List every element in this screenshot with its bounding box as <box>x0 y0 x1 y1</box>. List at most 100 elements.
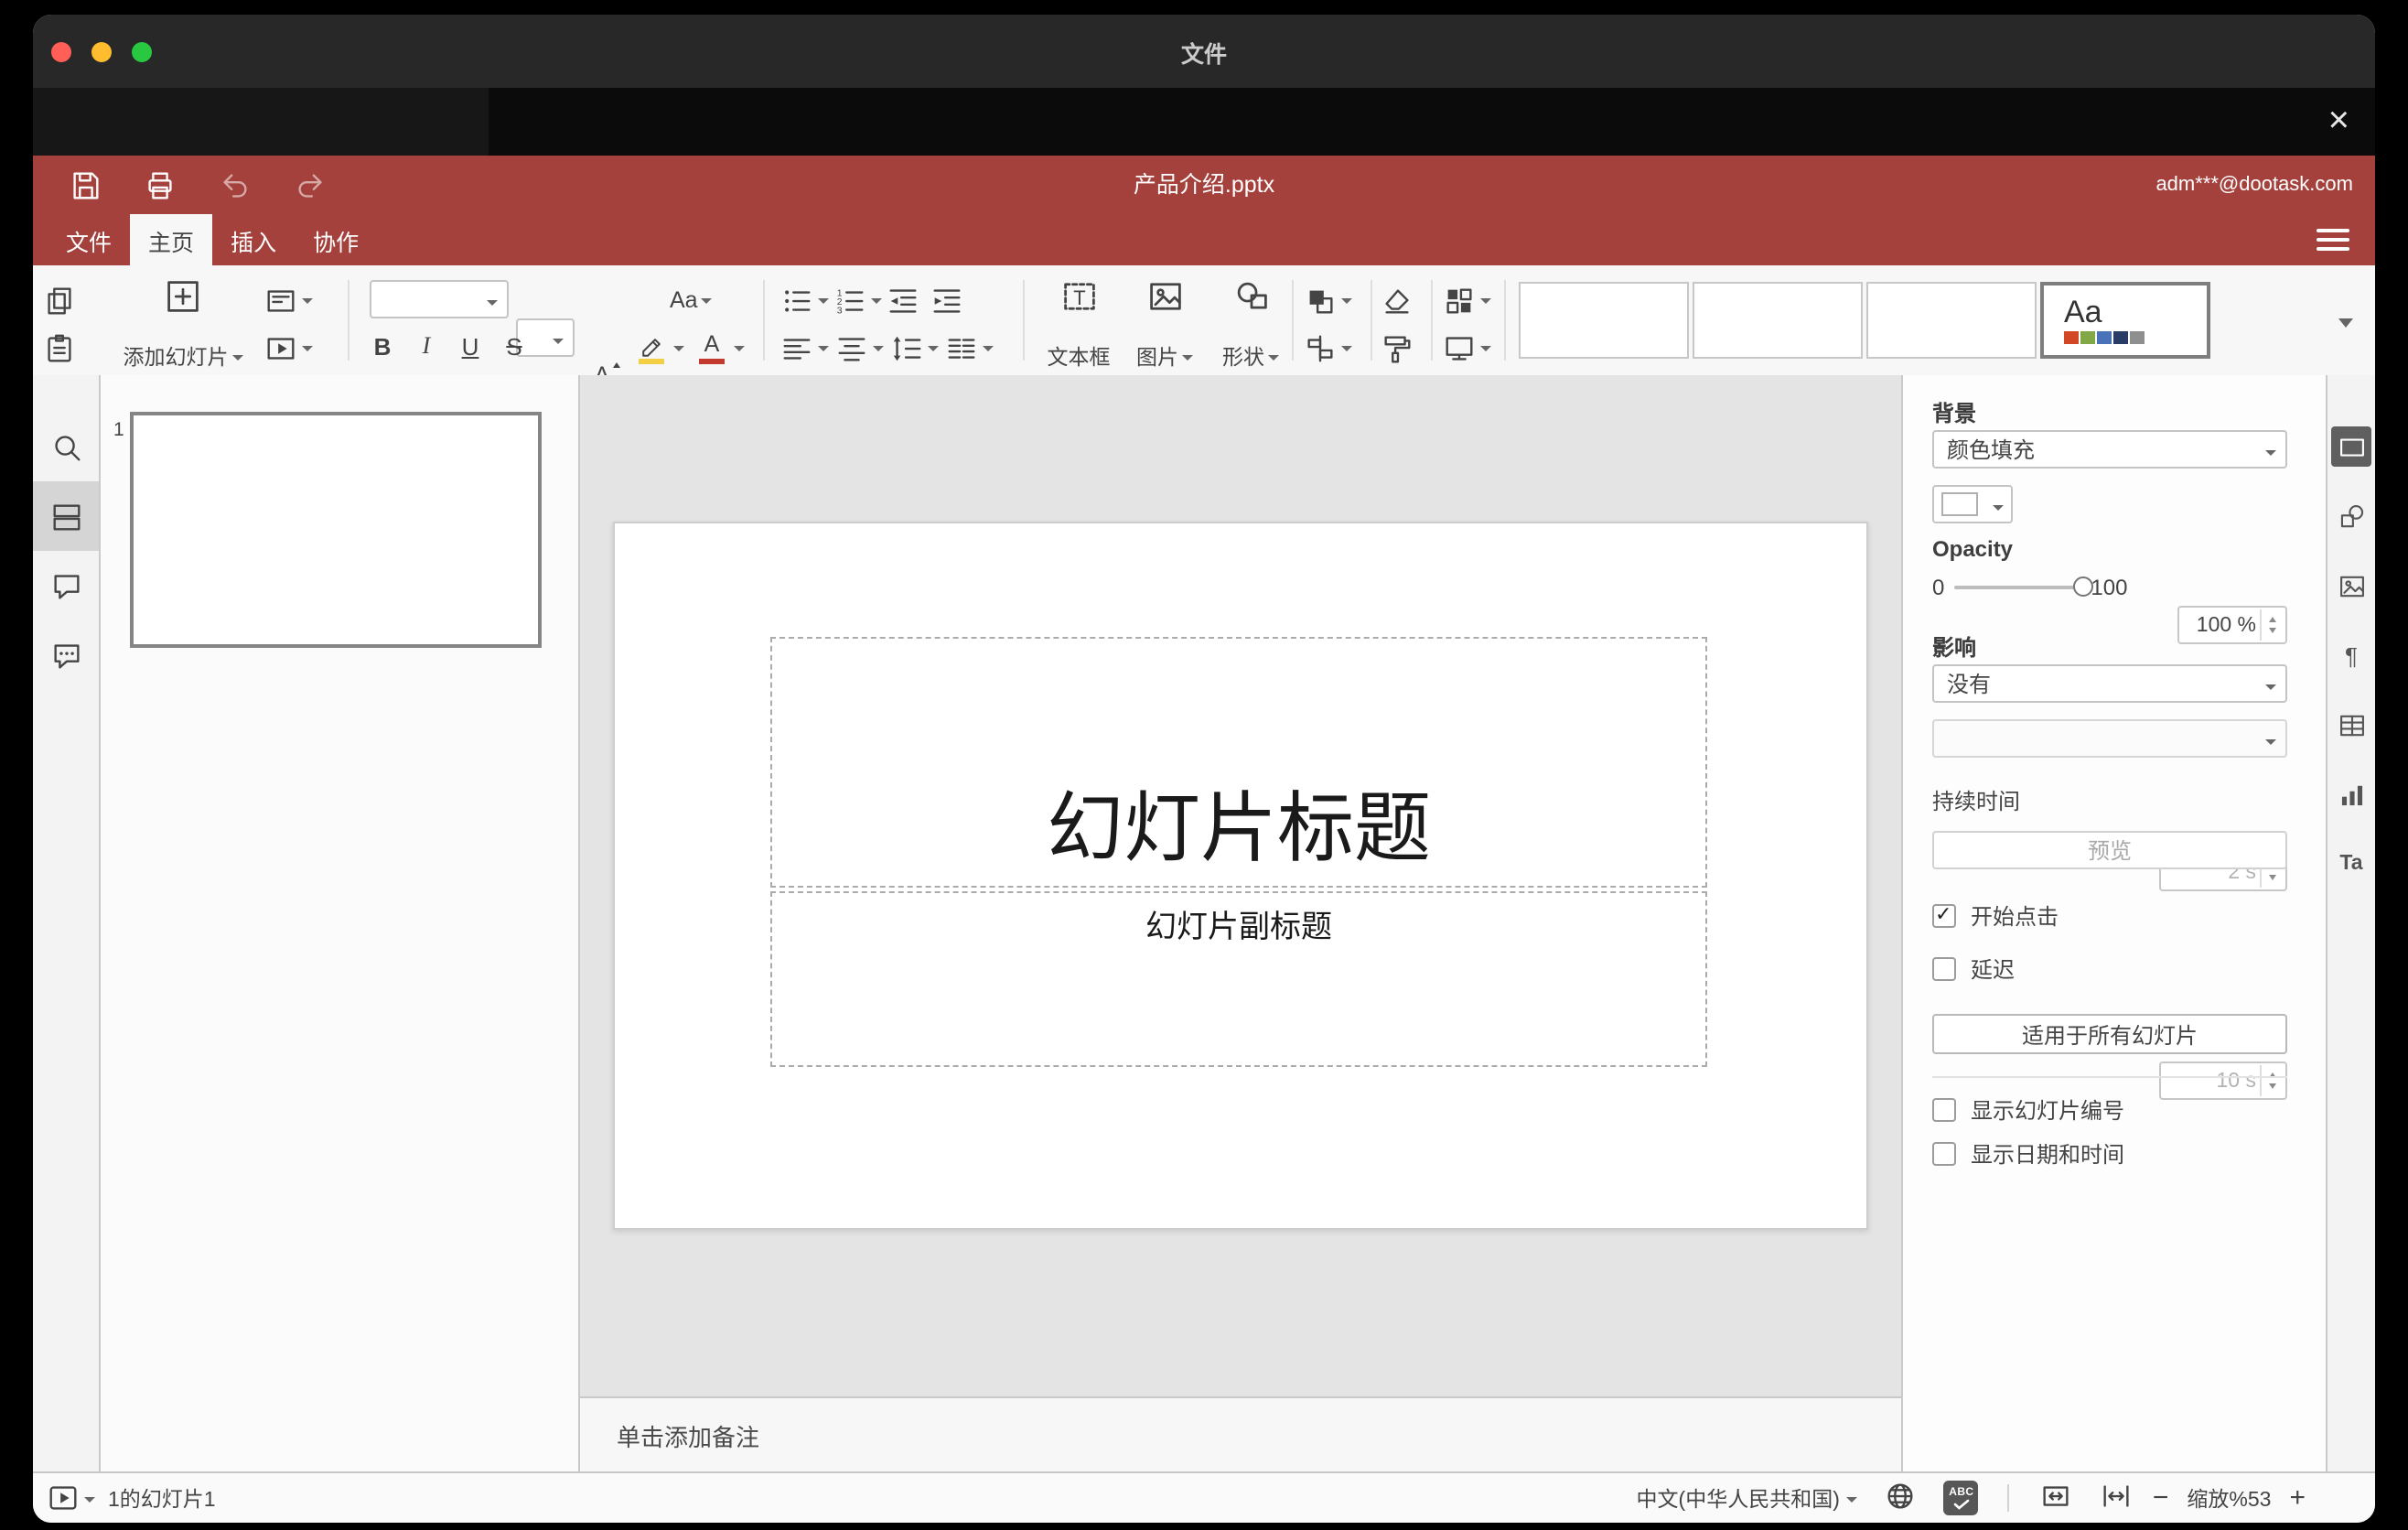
shape-settings-button[interactable] <box>2327 481 2375 551</box>
arrange-shape-button[interactable] <box>1303 278 1352 322</box>
feedback-button[interactable] <box>33 620 99 690</box>
highlight-color-bar <box>639 359 664 364</box>
bold-button[interactable]: B <box>362 326 403 366</box>
spellcheck-button[interactable]: ABC <box>1943 1481 1979 1515</box>
background-panel <box>33 88 489 156</box>
show-slide-number-checkbox[interactable] <box>1932 1098 1956 1122</box>
textart-settings-button[interactable]: Ta <box>2327 829 2375 899</box>
clear-style-button[interactable] <box>1380 278 1414 322</box>
slide-title-placeholder[interactable]: 幻灯片标题 <box>770 637 1707 888</box>
decrease-indent-button[interactable] <box>886 278 920 322</box>
font-name-select[interactable] <box>370 280 509 318</box>
start-slideshow-button[interactable] <box>263 326 313 370</box>
align-objects-icon <box>1307 334 1333 361</box>
theme-preview[interactable] <box>1866 282 2037 359</box>
show-slide-number-row: 显示幻灯片编号 <box>1932 1094 2124 1126</box>
vertical-align-button[interactable] <box>834 326 884 370</box>
color-scheme-button[interactable] <box>1442 278 1491 322</box>
effect-select[interactable]: 没有 <box>1932 664 2287 703</box>
theme-preview[interactable] <box>1693 282 1863 359</box>
highlight-color-button[interactable] <box>633 326 684 370</box>
effect-section-label: 影响 <box>1932 635 1977 661</box>
right-rail: ¶ Ta <box>2326 375 2375 1471</box>
comments-button[interactable] <box>33 551 99 620</box>
show-date-time-checkbox[interactable] <box>1932 1142 1956 1166</box>
copy-button[interactable] <box>42 278 77 322</box>
paste-button[interactable] <box>42 326 77 370</box>
table-settings-button[interactable] <box>2327 690 2375 760</box>
opacity-slider-knob[interactable] <box>2072 576 2093 597</box>
document-language-button[interactable] <box>1884 1478 1919 1518</box>
fit-slide-button[interactable] <box>2039 1478 2074 1518</box>
add-slide-button[interactable]: 添加幻灯片 <box>110 273 256 379</box>
svg-text:3: 3 <box>837 305 843 315</box>
start-on-click-checkbox[interactable] <box>1932 901 1956 928</box>
insert-textbox-button[interactable]: T 文本框 <box>1037 273 1120 379</box>
delay-checkbox[interactable] <box>1932 957 1956 981</box>
preview-button[interactable]: 预览 <box>1932 831 2287 869</box>
slide-settings-button[interactable] <box>2327 412 2375 481</box>
opacity-spinner[interactable] <box>2260 609 2284 641</box>
theme-preview-selected[interactable]: Aa <box>2040 282 2210 359</box>
delay-input[interactable]: 10 s <box>2159 1061 2287 1100</box>
strikethrough-button[interactable]: S <box>494 326 534 366</box>
theme-colors <box>2064 330 2207 345</box>
insert-shape-button[interactable]: 形状 <box>1209 273 1292 379</box>
image-settings-button[interactable] <box>2327 551 2375 620</box>
underline-button[interactable]: U <box>450 326 490 366</box>
tab-insert[interactable]: 插入 <box>212 214 295 265</box>
redo-button[interactable] <box>291 167 328 203</box>
horizontal-align-button[interactable] <box>779 326 829 370</box>
paint-roller-icon <box>1384 335 1411 362</box>
slide-canvas[interactable]: 幻灯片标题 幻灯片副标题 <box>613 522 1868 1230</box>
background-color-picker[interactable] <box>1932 485 2013 523</box>
zoom-out-button[interactable]: − <box>2153 1484 2169 1512</box>
slides-panel-button[interactable] <box>33 481 99 551</box>
close-icon[interactable]: × <box>2328 95 2349 146</box>
search-button[interactable] <box>33 412 99 481</box>
paragraph-settings-button[interactable]: ¶ <box>2327 620 2375 690</box>
print-button[interactable] <box>141 167 177 203</box>
chart-settings-button[interactable] <box>2327 760 2375 829</box>
effect-type-select[interactable] <box>1932 719 2287 758</box>
zoom-in-button[interactable]: + <box>2289 1484 2306 1512</box>
language-select[interactable]: 中文(中华人民共和国) <box>1637 1483 1858 1513</box>
gallery-expand-button[interactable] <box>2329 306 2362 339</box>
change-layout-button[interactable] <box>263 278 313 322</box>
menu-icon[interactable] <box>2317 225 2349 254</box>
start-slideshow-status-button[interactable] <box>46 1481 95 1515</box>
bullet-list-button[interactable] <box>779 278 829 322</box>
undo-button[interactable] <box>216 167 253 203</box>
theme-aa-label: Aa <box>2064 294 2102 329</box>
increase-indent-button[interactable] <box>930 278 964 322</box>
notes-area[interactable]: 单击添加备注 <box>580 1396 1901 1471</box>
numbered-list-button[interactable]: 123 <box>833 278 882 322</box>
italic-button[interactable]: I <box>406 326 446 366</box>
apply-to-all-button[interactable]: 适用于所有幻灯片 <box>1932 1014 2287 1054</box>
align-shape-button[interactable] <box>1303 326 1352 370</box>
zoom-level-label[interactable]: 缩放%53 <box>2187 1483 2271 1513</box>
slide-size-button[interactable] <box>1442 326 1491 370</box>
tab-home[interactable]: 主页 <box>130 214 213 265</box>
insert-image-button[interactable]: 图片 <box>1123 273 1206 379</box>
line-spacing-button[interactable] <box>889 326 939 370</box>
copy-style-button[interactable] <box>1380 326 1414 370</box>
opacity-slider[interactable] <box>1953 576 2093 597</box>
change-case-button[interactable]: Aa <box>670 278 713 322</box>
fit-width-button[interactable] <box>2100 1478 2134 1518</box>
opacity-input[interactable]: 100 % <box>2177 606 2287 644</box>
slide-thumbnail[interactable] <box>130 412 542 648</box>
save-button[interactable] <box>66 167 102 203</box>
columns-button[interactable] <box>944 326 994 370</box>
theme-preview[interactable] <box>1519 282 1689 359</box>
bullet-list-icon <box>785 289 811 311</box>
tab-collaboration[interactable]: 协作 <box>295 214 377 265</box>
delay-spinner[interactable] <box>2260 1065 2284 1096</box>
font-color-button[interactable]: A <box>693 326 745 370</box>
tab-file[interactable]: 文件 <box>48 214 130 265</box>
slide-subtitle-placeholder[interactable]: 幻灯片副标题 <box>770 891 1707 1067</box>
arrange-icon <box>1309 289 1333 313</box>
background-fill-select[interactable]: 颜色填充 <box>1932 430 2287 469</box>
undo-icon <box>222 173 246 197</box>
decrease-indent-icon <box>889 288 917 312</box>
